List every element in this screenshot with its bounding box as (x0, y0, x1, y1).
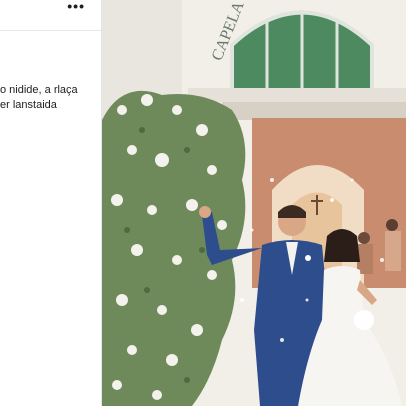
more-options-button[interactable]: ••• (67, 0, 85, 14)
wedding-photo-illustration: CAPELA (102, 0, 406, 406)
post-caption: o nidide, a rlaça er lanstaida (0, 83, 101, 113)
caption-line-1: o nidide, a rlaça (0, 84, 78, 96)
wedding-photo[interactable]: CAPELA (102, 0, 406, 406)
post-header: ••• (0, 0, 101, 31)
post-panel: ••• o nidide, a rlaça er lanstaida (0, 0, 102, 406)
caption-line-2: er lanstaida (0, 99, 57, 111)
